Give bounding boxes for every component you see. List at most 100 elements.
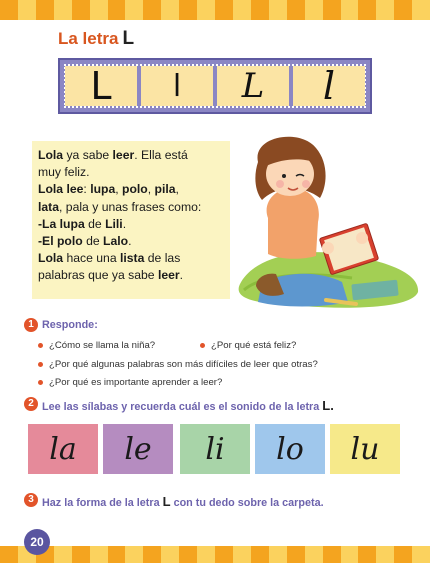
stripe-segment: [322, 546, 341, 563]
stripe-segment: [0, 0, 18, 20]
stripe-segment: [89, 546, 108, 563]
story-bold-word: polo: [122, 182, 148, 197]
letter-glyph: L: [90, 64, 112, 108]
question-text: ¿Por qué está feliz?: [211, 340, 297, 351]
letter-form-cursive-upper: L: [217, 66, 289, 106]
bullet-dot: [38, 342, 43, 348]
section-3-text-after: con tu dedo sobre la carpeta.: [173, 497, 324, 509]
story-bold-word: -El polo: [38, 234, 83, 249]
story-line: -La lupa de Lili.: [38, 216, 224, 233]
story-text: de: [82, 234, 104, 249]
stripe-segment: [143, 0, 162, 20]
stripe-segment: [250, 546, 269, 563]
title-letter: L: [122, 28, 135, 49]
stripe-segment: [179, 0, 198, 20]
syllable-card-le: le: [103, 424, 173, 474]
story-line: -El polo de Lalo.: [38, 233, 224, 250]
stripe-segment: [394, 0, 413, 20]
stripe-segment: [107, 0, 126, 20]
story-bold-word: Lola: [38, 182, 64, 197]
story-bold-word: lupa: [90, 182, 116, 197]
letter-forms-frame: L l L l: [58, 58, 372, 114]
story-text: .: [128, 234, 132, 249]
bullet-dot: [200, 342, 205, 348]
story-bold-word: leer: [112, 148, 135, 162]
stripe-segment: [340, 546, 359, 563]
stripe-segment: [71, 0, 90, 20]
stripe-segment: [358, 0, 377, 20]
stripe-segment: [71, 546, 90, 563]
section-2-instruction: Lee las sílabas y recuerda cuál es el so…: [42, 398, 334, 413]
stripe-segment: [125, 0, 144, 20]
story-bold-word: leer: [157, 268, 180, 283]
stripe-segment: [232, 0, 251, 20]
section-3-text-before: Haz la forma de la letra: [42, 497, 160, 509]
stripe-segment: [376, 546, 395, 563]
letter-form-cursive-lower: l: [293, 64, 365, 108]
question-4: ¿Por qué es importante aprender a leer?: [38, 377, 222, 388]
question-text: ¿Cómo se llama la niña?: [49, 340, 156, 351]
section-2-letter: L.: [322, 398, 334, 413]
stripe-segment: [322, 0, 341, 20]
story-bold-word: pila: [154, 182, 176, 197]
stripe-segment: [412, 0, 430, 20]
syllable-card-la: la: [28, 424, 98, 474]
bullet-dot: [38, 361, 43, 367]
story-line: muy feliz.: [38, 164, 224, 181]
section-2-text: Lee las sílabas y recuerda cuál es el so…: [42, 401, 320, 413]
stripe-segment: [197, 546, 216, 563]
story-text: .: [179, 268, 184, 283]
story-bold-word: lista: [119, 251, 145, 266]
story-text: ya sabe: [63, 148, 113, 162]
story-text: . Ella está: [134, 148, 188, 162]
letter-form-print-upper: L: [65, 64, 137, 108]
stripe-segment: [394, 546, 413, 563]
letter-glyph: l: [322, 64, 336, 108]
stripe-segment: [89, 0, 108, 20]
story-text: palabras que ya sabe: [38, 268, 158, 283]
story-bold-word: Lola: [38, 148, 64, 162]
girl-reading-illustration: [238, 136, 419, 308]
story-bold-word: -La lupa: [38, 216, 85, 231]
story-bold-word: lata: [38, 199, 60, 214]
section-1-number-badge: 1: [24, 318, 38, 332]
syllable-card-li: li: [180, 424, 250, 474]
stripe-segment: [53, 546, 72, 563]
stripe-segment: [232, 546, 251, 563]
story-line: palabras que ya sabe leer.: [38, 267, 224, 284]
story-bold-word: lee: [66, 182, 84, 197]
stripe-segment: [125, 546, 144, 563]
stripe-segment: [358, 546, 377, 563]
bottom-decorative-stripe: [0, 546, 430, 563]
question-text: ¿Por qué es importante aprender a leer?: [49, 377, 223, 388]
stripe-segment: [35, 0, 54, 20]
story-text: .: [122, 216, 127, 231]
question-3: ¿Por qué algunas palabras son más difíci…: [38, 359, 318, 370]
stripe-segment: [215, 546, 233, 563]
story-text: ,: [175, 182, 179, 197]
stripe-segment: [376, 0, 395, 20]
story-text: ,: [115, 182, 123, 197]
story-line: Lola ya sabe leer. Ella está: [38, 147, 224, 164]
story-text-box: Lola ya sabe leer. Ella está muy feliz. Lo…: [32, 141, 230, 299]
section-1-label: Responde:: [42, 319, 98, 331]
stripe-segment: [53, 0, 72, 20]
stripe-segment: [304, 546, 323, 563]
story-bold-word: Lalo: [103, 234, 129, 249]
story-text: de: [84, 216, 106, 231]
stripe-segment: [179, 546, 198, 563]
stripe-segment: [268, 0, 287, 20]
stripe-segment: [107, 546, 126, 563]
question-2: ¿Por qué está feliz?: [200, 340, 296, 351]
stripe-segment: [0, 546, 18, 563]
section-3-number-badge: 3: [24, 493, 38, 507]
story-line: lata, pala y unas frases como:: [38, 199, 224, 216]
bullet-dot: [38, 379, 43, 385]
story-text: , pala y unas frases como:: [59, 199, 202, 214]
story-text: muy feliz.: [38, 165, 90, 180]
page-number: 20: [24, 529, 50, 555]
stripe-segment: [250, 0, 269, 20]
section-3-letter: L: [162, 494, 171, 509]
letter-glyph: L: [241, 66, 265, 106]
question-1: ¿Cómo se llama la niña?: [38, 340, 155, 351]
